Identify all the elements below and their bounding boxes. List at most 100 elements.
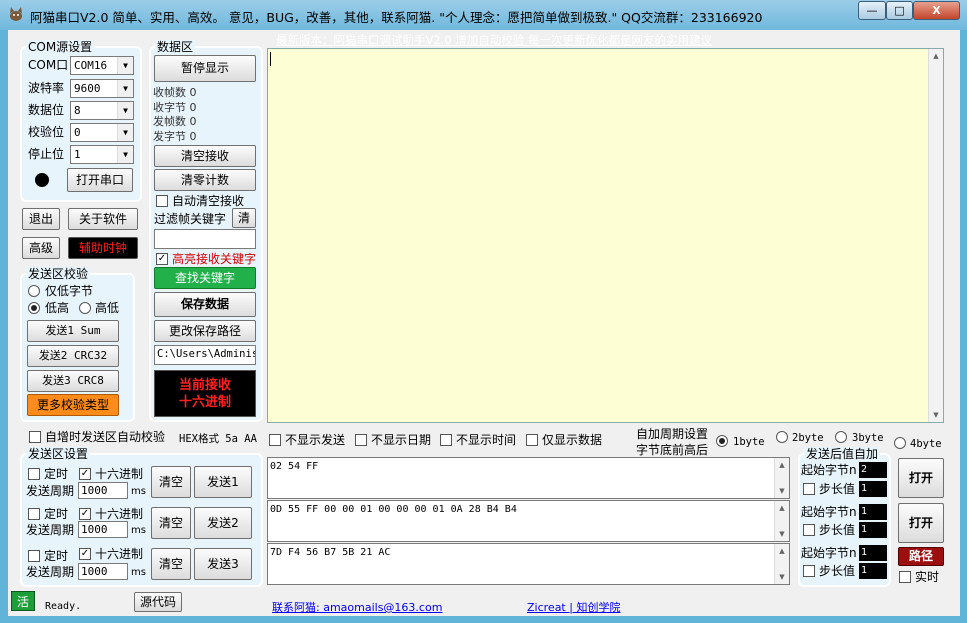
step2-value[interactable]: 1: [859, 522, 887, 538]
send3-button[interactable]: 发送3: [194, 548, 252, 580]
exit-button[interactable]: 退出: [22, 208, 60, 230]
hex-send1-checkbox[interactable]: ✓: [79, 468, 91, 480]
open-increment2-button[interactable]: 打开: [898, 503, 944, 543]
receive-mode-display[interactable]: 当前接收 十六进制: [154, 370, 256, 417]
low-byte-only-radio[interactable]: [28, 285, 40, 297]
send3-scrollbar[interactable]: ▲ ▼: [774, 544, 789, 584]
hide-time-checkbox[interactable]: [440, 434, 452, 446]
timed-send1-checkbox[interactable]: [28, 468, 40, 480]
stop-bits-select[interactable]: 1 ▼: [70, 145, 134, 164]
step1-value[interactable]: 1: [859, 481, 887, 497]
parity-select[interactable]: 0 ▼: [70, 123, 134, 142]
scroll-down-arrow-icon[interactable]: ▼: [775, 527, 789, 541]
auto-period-label: 自加周期设置: [636, 427, 709, 441]
send2-button[interactable]: 发送2: [194, 507, 252, 539]
latest-version-link[interactable]: 最新版本：阿猫串口调试助手V2.0 增加自动校验 每一次更新优化都是网友的实用建…: [276, 32, 712, 48]
path-button[interactable]: 路径: [898, 547, 944, 566]
maximize-button[interactable]: □: [886, 1, 913, 20]
send3-crc8-button[interactable]: 发送3 CRC8: [27, 370, 119, 392]
high-low-radio[interactable]: [79, 302, 91, 314]
period-send2-input[interactable]: 1000: [78, 521, 128, 538]
highlight-keyword-checkbox[interactable]: ✓: [156, 253, 168, 265]
step1-checkbox[interactable]: [803, 483, 815, 495]
byte3-radio[interactable]: [835, 431, 847, 443]
start-byte3-value[interactable]: 1: [859, 545, 887, 561]
send1-textbox[interactable]: 02 54 FF ▲ ▼: [267, 457, 790, 499]
start-byte2-value[interactable]: 1: [859, 504, 887, 520]
scroll-down-arrow-icon[interactable]: ▼: [775, 484, 789, 498]
send2-textbox[interactable]: 0D 55 FF 00 00 01 00 00 00 01 0A 28 B4 B…: [267, 500, 790, 542]
com-port-label: COM口: [28, 58, 69, 72]
clear-send3-button[interactable]: 清空: [151, 548, 191, 580]
find-keyword-button[interactable]: 查找关键字: [154, 267, 256, 289]
step3-value[interactable]: 1: [859, 563, 887, 579]
baud-select[interactable]: 9600 ▼: [70, 79, 134, 98]
chevron-down-icon: ▼: [117, 57, 133, 74]
open-increment1-button[interactable]: 打开: [898, 458, 944, 498]
scroll-up-arrow-icon[interactable]: ▲: [775, 458, 789, 472]
filter-clear-button[interactable]: 清: [232, 208, 256, 228]
step3-checkbox[interactable]: [803, 565, 815, 577]
period-send3-input[interactable]: 1000: [78, 563, 128, 580]
low-high-radio[interactable]: [28, 302, 40, 314]
receive-scrollbar[interactable]: ▲ ▼: [928, 49, 943, 422]
send2-crc32-button[interactable]: 发送2 CRC32: [27, 345, 119, 367]
hex-send3-checkbox[interactable]: ✓: [79, 548, 91, 560]
cat-app-icon: [10, 7, 22, 21]
contact-email-link[interactable]: 联系阿猫: amaomails@163.com: [272, 599, 442, 615]
timed-send3-checkbox[interactable]: [28, 550, 40, 562]
more-checksum-button[interactable]: 更多校验类型: [27, 394, 119, 416]
step3-label: 步长值: [819, 564, 856, 578]
advanced-button[interactable]: 高级: [22, 237, 60, 259]
save-path-field[interactable]: C:\Users\Adminis: [154, 345, 256, 365]
send3-textbox[interactable]: 7D F4 56 B7 5B 21 AC ▲ ▼: [267, 543, 790, 585]
scroll-down-arrow-icon[interactable]: ▼: [929, 408, 943, 422]
start-byte1-value[interactable]: 2: [859, 462, 887, 478]
save-data-button[interactable]: 保存数据: [154, 292, 256, 317]
byte1-radio[interactable]: [716, 435, 728, 447]
clear-send2-button[interactable]: 清空: [151, 507, 191, 539]
data-only-checkbox[interactable]: [526, 434, 538, 446]
data-bits-select[interactable]: 8 ▼: [70, 101, 134, 120]
aux-clock-button[interactable]: 辅助时钟: [68, 237, 138, 259]
hex-send2-checkbox[interactable]: ✓: [79, 508, 91, 520]
timed-send2-checkbox[interactable]: [28, 508, 40, 520]
hide-date-checkbox[interactable]: [355, 434, 367, 446]
scroll-up-arrow-icon[interactable]: ▲: [775, 501, 789, 515]
period-send1-label: 发送周期: [26, 484, 75, 498]
status-text: Ready.: [45, 601, 82, 612]
step2-checkbox[interactable]: [803, 524, 815, 536]
send2-scrollbar[interactable]: ▲ ▼: [774, 501, 789, 541]
send1-sum-button[interactable]: 发送1 Sum: [27, 320, 119, 342]
filter-keyword-input[interactable]: [154, 229, 256, 249]
hide-send-checkbox[interactable]: [269, 434, 281, 446]
clear-counter-button[interactable]: 清零计数: [154, 169, 256, 191]
scroll-down-arrow-icon[interactable]: ▼: [775, 570, 789, 584]
scroll-up-arrow-icon[interactable]: ▲: [775, 544, 789, 558]
realtime-checkbox[interactable]: [899, 571, 911, 583]
minimize-button[interactable]: —: [858, 1, 886, 20]
scroll-up-arrow-icon[interactable]: ▲: [929, 49, 943, 63]
pause-display-button[interactable]: 暂停显示: [154, 55, 256, 82]
clear-send1-button[interactable]: 清空: [151, 466, 191, 498]
period-send1-input[interactable]: 1000: [78, 482, 128, 499]
change-save-path-button[interactable]: 更改保存路径: [154, 320, 256, 342]
byte4-radio[interactable]: [894, 437, 906, 449]
open-port-button[interactable]: 打开串口: [67, 168, 133, 192]
byte2-radio[interactable]: [776, 431, 788, 443]
com-port-select[interactable]: COM16 ▼: [70, 56, 134, 75]
send1-button[interactable]: 发送1: [194, 466, 252, 498]
send1-scrollbar[interactable]: ▲ ▼: [774, 458, 789, 498]
stop-bits-value: 1: [74, 148, 81, 161]
about-button[interactable]: 关于软件: [68, 208, 138, 230]
auto-inc-checksum-checkbox[interactable]: [29, 431, 41, 443]
clear-receive-button[interactable]: 清空接收: [154, 145, 256, 167]
close-button[interactable]: X: [913, 1, 960, 20]
receive-text-area[interactable]: ▲ ▼: [267, 48, 944, 423]
author-link[interactable]: Zicreat | 知创学院: [527, 599, 620, 615]
source-code-button[interactable]: 源代码: [134, 592, 182, 612]
auto-clear-checkbox[interactable]: [156, 195, 168, 207]
send3-data: 7D F4 56 B7 5B 21 AC: [270, 547, 391, 558]
realtime-label: 实时: [915, 570, 940, 584]
recv-frames-count: 收帧数 0: [153, 86, 197, 99]
